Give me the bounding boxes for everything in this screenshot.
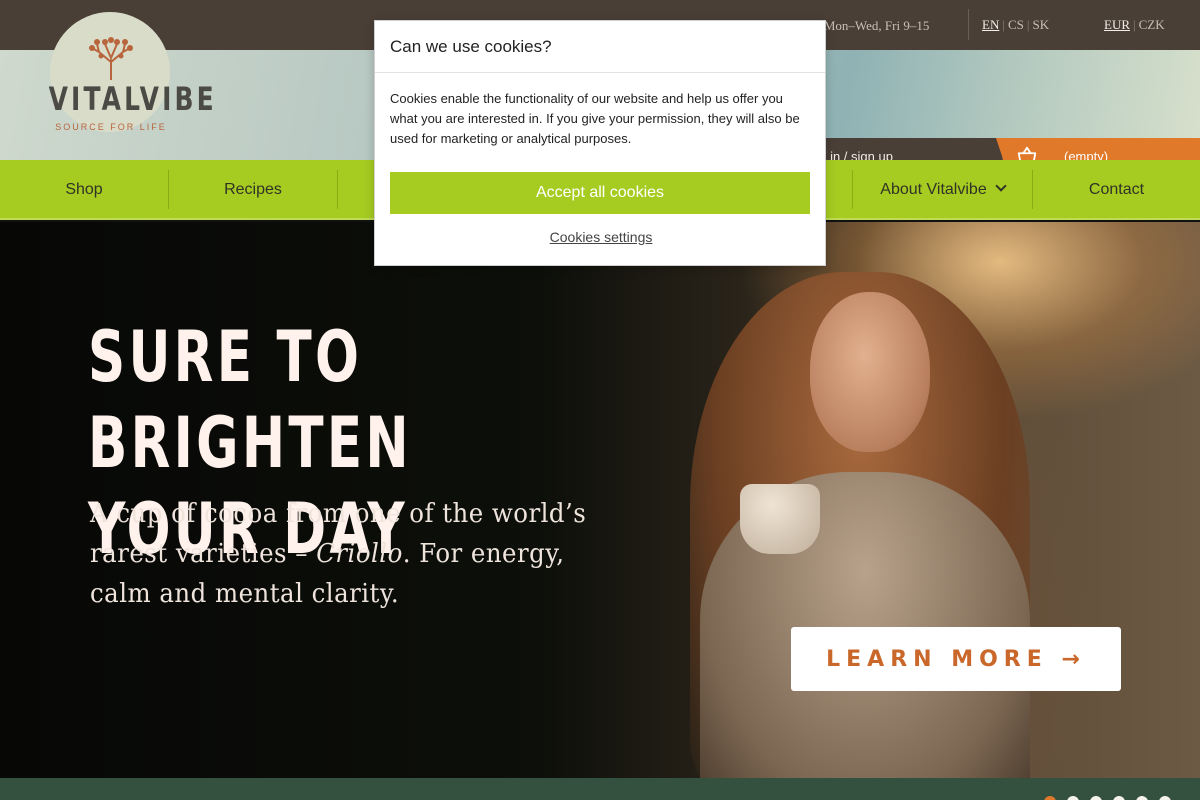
- opening-hours: | Mon–Wed, Fri 9–15: [818, 18, 930, 33]
- nav-divider: [337, 170, 338, 209]
- cookie-settings-link[interactable]: Cookies settings: [375, 229, 827, 245]
- hero-text-italic: Criollo: [316, 539, 403, 569]
- slider-dot[interactable]: [1067, 796, 1079, 800]
- hero-text: A cup of cocoa from one of the world’s r…: [90, 494, 598, 614]
- nav-item-about[interactable]: About Vitalvibe: [853, 160, 1032, 220]
- currency-eur[interactable]: EUR: [1104, 17, 1130, 32]
- lang-sk[interactable]: SK: [1032, 17, 1049, 32]
- tree-icon: [89, 37, 133, 80]
- slider-dot[interactable]: [1044, 796, 1056, 800]
- top-bar-divider: [968, 9, 969, 40]
- hero-photo-face: [810, 292, 930, 452]
- nav-item-shop[interactable]: Shop: [0, 160, 168, 220]
- slider-dot[interactable]: [1136, 796, 1148, 800]
- hero-title-line1: SURE TO BRIGHTEN: [88, 316, 412, 484]
- chevron-down-icon: [995, 180, 1007, 192]
- nav-item-contact[interactable]: Contact: [1033, 160, 1200, 220]
- accept-cookies-button[interactable]: Accept all cookies: [390, 172, 810, 214]
- cookie-dialog-title: Can we use cookies?: [375, 21, 825, 73]
- lang-cs[interactable]: CS: [1008, 17, 1024, 32]
- learn-more-button[interactable]: LEARN MORE →: [791, 627, 1121, 691]
- language-switcher: EN | CS | SK: [982, 17, 1050, 32]
- cookie-dialog-body: Cookies enable the functionality of our …: [390, 91, 800, 146]
- slider-dot[interactable]: [1113, 796, 1125, 800]
- slider-dot[interactable]: [1159, 796, 1171, 800]
- currency-switcher: EUR | CZK: [1104, 17, 1165, 32]
- slider-strip: [0, 778, 1200, 800]
- slider-dot[interactable]: [1090, 796, 1102, 800]
- page: | Mon–Wed, Fri 9–15 EN | CS | SK EUR | CZK gn …: [0, 0, 1200, 800]
- nav-item-recipes[interactable]: Recipes: [169, 160, 337, 220]
- lang-en[interactable]: EN: [982, 17, 999, 32]
- hero-banner: SURE TO BRIGHTEN YOUR DAY A cup of cocoa…: [0, 222, 1200, 778]
- cup-image: [740, 484, 820, 554]
- cookie-dialog: Can we use cookies? Cookies enable the f…: [374, 20, 826, 266]
- nav-item-about-label: About Vitalvibe: [880, 181, 987, 198]
- logo-wordmark[interactable]: VITALVIBE: [49, 80, 214, 118]
- logo-tagline: SOURCE FOR LIFE: [55, 122, 167, 132]
- currency-czk[interactable]: CZK: [1139, 17, 1165, 32]
